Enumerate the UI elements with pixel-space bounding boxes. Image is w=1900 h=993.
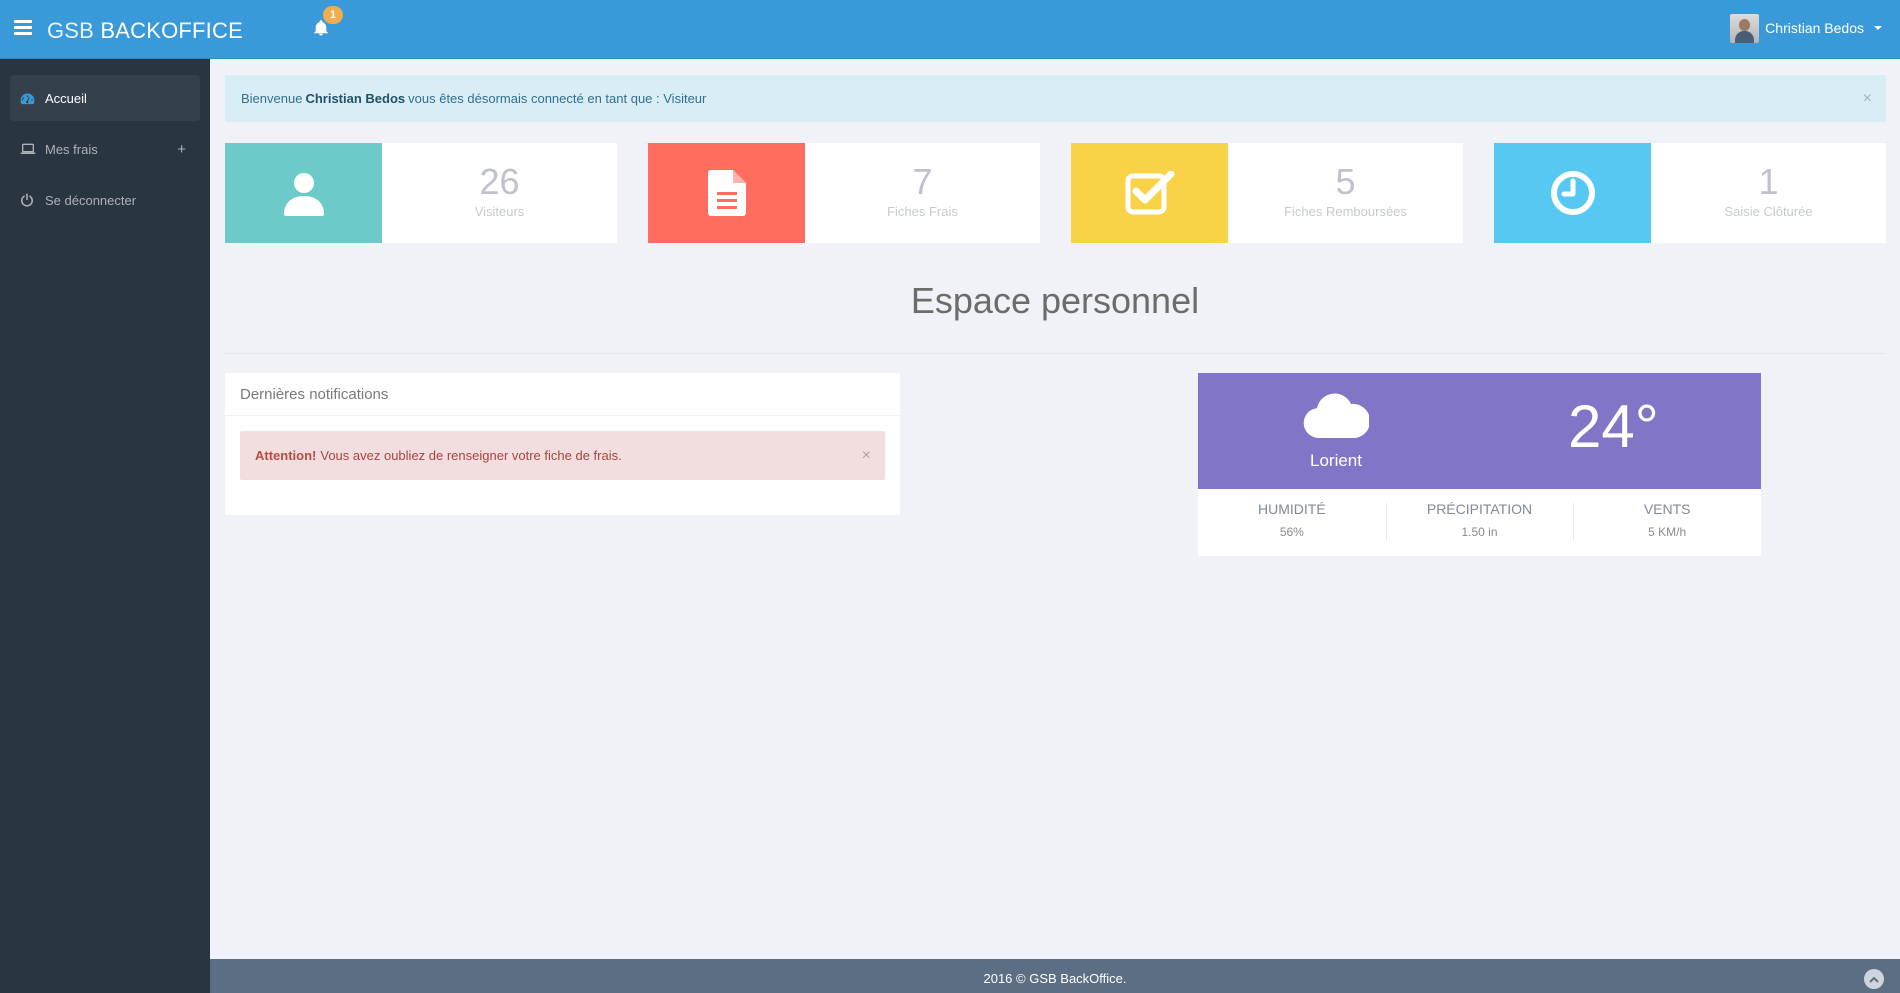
weather-stat-label: VENTS [1643,501,1691,517]
stat-card-saisie-cloturee: 1 Saisie Clôturée [1494,143,1886,243]
welcome-user-name: Christian Bedos [305,91,406,106]
sidebar-item-label: Se déconnecter [45,192,137,208]
stat-symbol [1494,143,1651,243]
user-menu[interactable]: Christian Bedos [1730,13,1882,43]
menu-toggle-icon[interactable] [14,20,32,36]
notification-badge: 1 [323,6,343,24]
notifications-panel: Dernières notifications Attention! Vous … [225,373,900,515]
laptop-icon [20,143,36,155]
go-top-button[interactable] [1864,969,1884,989]
expand-plus-icon[interactable]: + [177,141,186,158]
stat-card-fiches-remboursees: 5 Fiches Remboursées [1071,143,1463,243]
file-text-icon [707,170,746,216]
weather-stat-value: 56% [1279,525,1304,539]
check-square-icon [1125,171,1174,215]
close-icon[interactable]: × [1863,90,1872,108]
weather-stat-value: 5 KM/h [1648,525,1687,539]
close-icon[interactable]: × [862,447,871,465]
sidebar: Accueil Mes frais + Se déconnecter [0,59,210,993]
sidebar-item-label: Mes frais [45,141,98,157]
alert-text: Vous avez oubliez de renseigner votre fi… [320,448,622,463]
clock-icon [1550,171,1595,215]
logo-part-1: GSB [47,18,95,43]
stat-card-fiches-frais: 7 Fiches Frais [648,143,1040,243]
stat-symbol [225,143,382,243]
stat-value: 26 [479,161,520,202]
welcome-prefix: Bienvenue [241,91,303,106]
alert-strong: Attention! [255,448,317,463]
stat-value: 1 [1758,161,1779,202]
weather-stat-label: PRÉCIPITATION [1426,501,1533,517]
welcome-alert: Bienvenue Christian Bedos vous êtes déso… [225,75,1886,122]
power-icon [20,193,36,207]
stat-label: Saisie Clôturée [1724,204,1813,219]
footer: 2016 © GSB BackOffice. [210,959,1900,993]
stat-symbol [1071,143,1228,243]
panel-title: Dernières notifications [225,373,900,416]
weather-stat-vents: VENTS 5 KM/h [1573,501,1761,556]
stat-label: Visiteurs [474,204,525,219]
weather-stat-value: 1.50 in [1461,525,1498,539]
sidebar-item-deconnecter[interactable]: Se déconnecter [10,177,200,223]
weather-stat-label: HUMIDITÉ [1258,501,1326,517]
sidebar-item-label: Accueil [45,90,87,106]
weather-widget: Lorient 24° HUMIDITÉ 56% PRÉCIPITATION 1… [1198,373,1761,556]
top-header: GSB BACKOFFICE 1 Christian Bedos [0,0,1900,59]
weather-stat-humidite: HUMIDITÉ 56% [1198,501,1386,556]
avatar [1730,13,1760,43]
cloud-icon [1303,393,1369,438]
app-logo[interactable]: GSB BACKOFFICE [47,18,243,44]
stat-value: 7 [912,161,933,202]
stat-label: Fiches Remboursées [1284,204,1407,219]
stat-label: Fiches Frais [887,204,958,219]
weather-stats: HUMIDITÉ 56% PRÉCIPITATION 1.50 in VENTS… [1198,489,1761,556]
welcome-suffix: vous êtes désormais connecté en tant que… [408,91,707,106]
warning-alert: Attention! Vous avez oubliez de renseign… [240,431,885,480]
caret-down-icon [1874,26,1882,30]
user-name: Christian Bedos [1765,20,1864,36]
user-icon [283,173,324,216]
logo-part-2: BACKOFFICE [100,18,243,43]
sidebar-item-accueil[interactable]: Accueil [10,75,200,121]
weather-city: Lorient [1310,451,1362,470]
stat-card-visiteurs: 26 Visiteurs [225,143,617,243]
weather-temperature: 24° [1568,393,1659,460]
weather-stat-precipitation: PRÉCIPITATION 1.50 in [1385,501,1574,556]
chevron-up-icon [1869,976,1879,983]
footer-text: 2016 © GSB BackOffice. [983,971,1127,986]
stat-value: 5 [1335,161,1356,202]
stat-symbol [648,143,805,243]
page-title: Espace personnel [910,280,1200,321]
divider [225,353,1886,354]
dashboard-icon [20,92,36,105]
sidebar-item-mes-frais[interactable]: Mes frais + [10,126,200,172]
weather-header: Lorient 24° [1198,373,1761,489]
